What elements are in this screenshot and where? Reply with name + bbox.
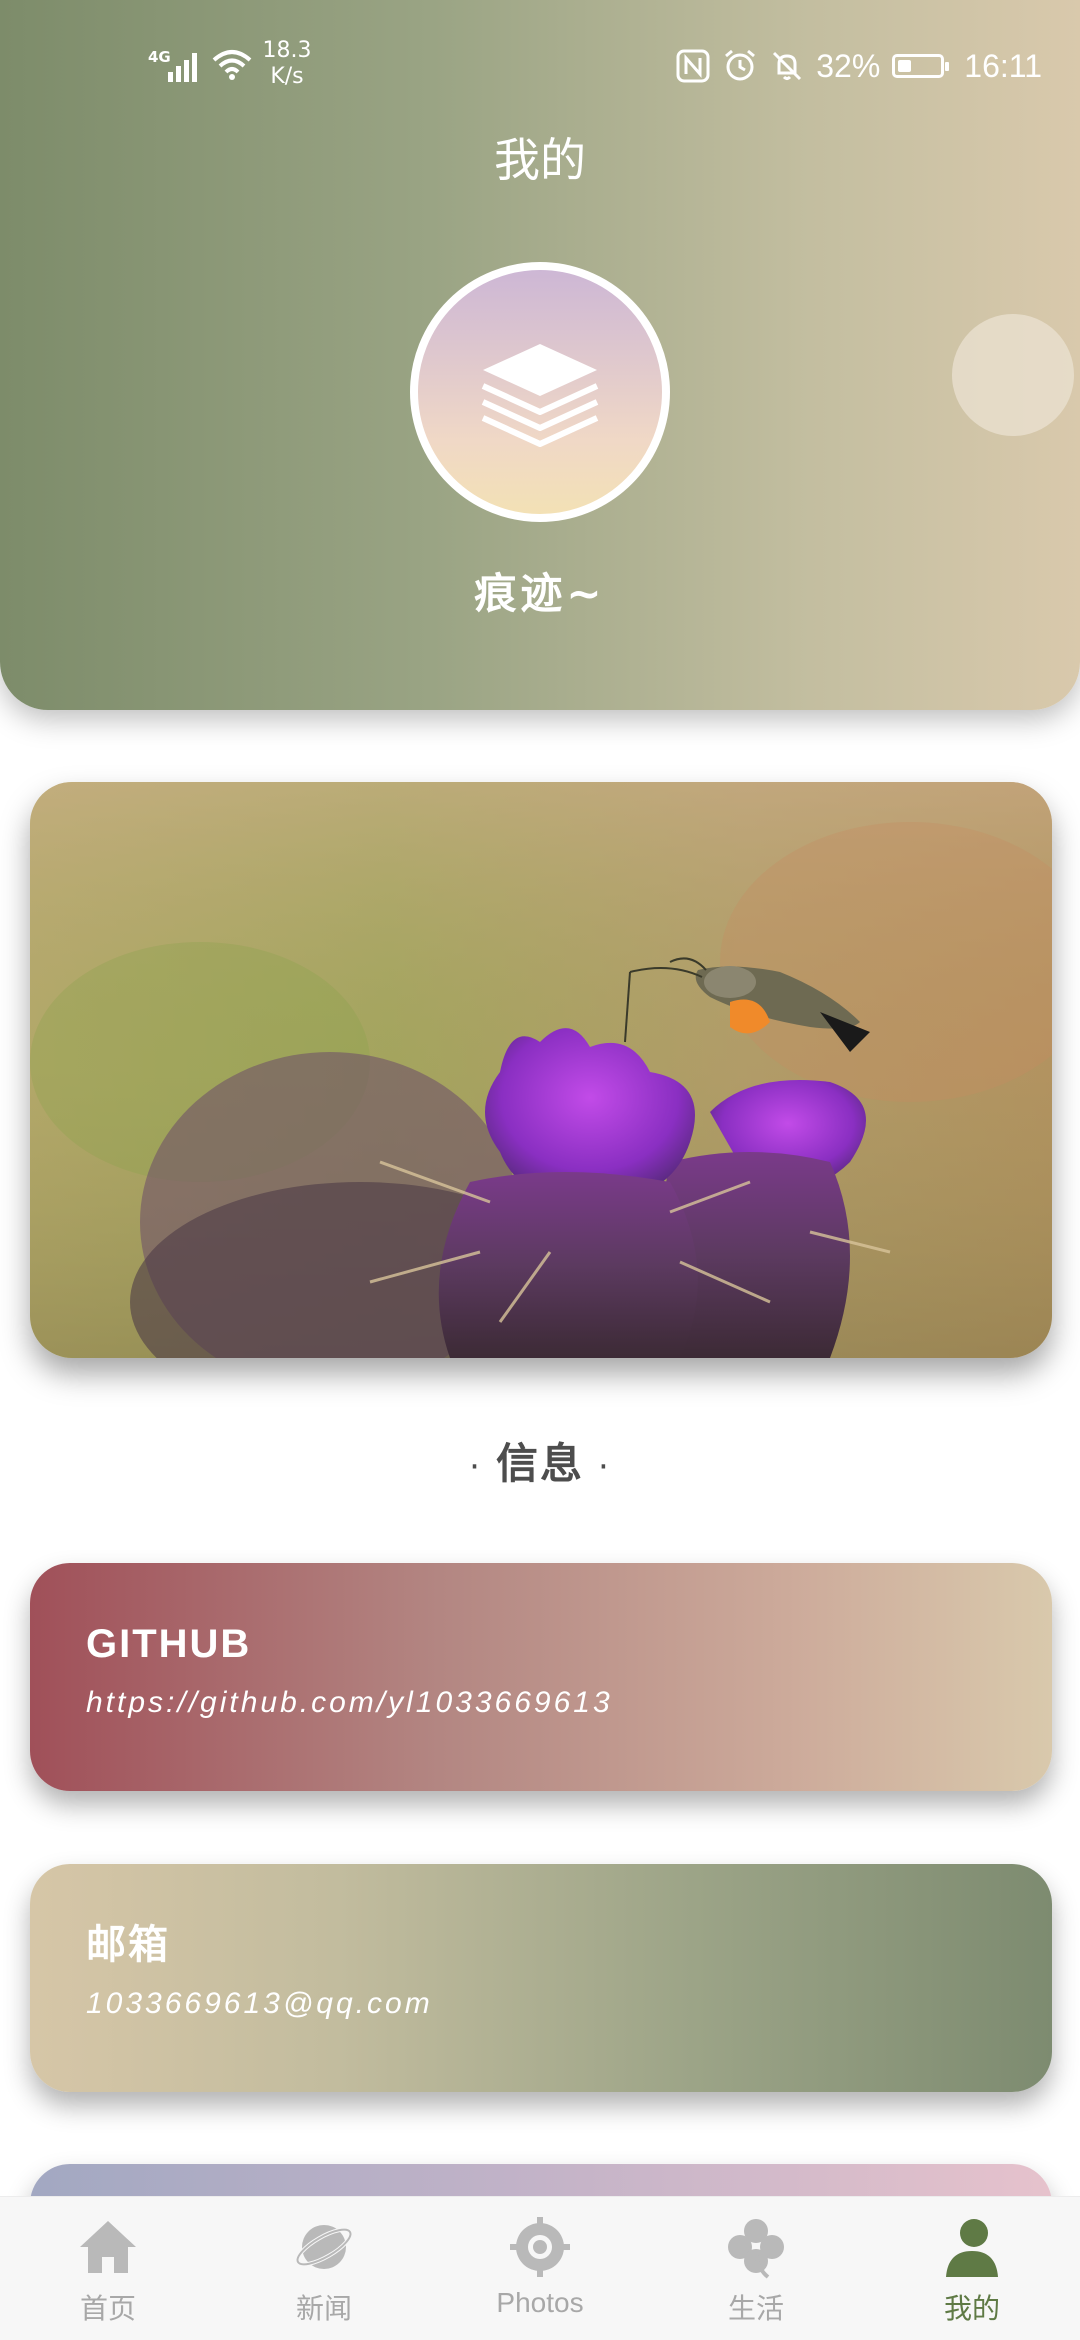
battery-icon (892, 54, 950, 78)
page-title: 我的 (494, 133, 586, 187)
clock: 16:11 (964, 47, 1042, 84)
network-speed: 18.3 K/s (262, 38, 312, 90)
status-right: 32% 16:11 (676, 44, 1042, 88)
nav-item-news[interactable]: 新闻 (216, 2197, 432, 2340)
aperture-icon (510, 2217, 570, 2277)
planet-icon (295, 2225, 353, 2269)
wifi-icon (212, 50, 252, 80)
nav-label-life: 生活 (727, 2292, 784, 2325)
nav-label-home: 首页 (79, 2292, 136, 2325)
floating-assist-button[interactable] (952, 314, 1074, 436)
battery-percent: 32% (816, 47, 881, 84)
info-section-title: · 信息 · (0, 1430, 1080, 1491)
github-url[interactable]: https://github.com/yl1033669613 (86, 1683, 1052, 1723)
status-bar: 4G 18.3 K/s 32% 16:11 (0, 0, 1080, 130)
github-card[interactable]: GITHUB https://github.com/yl1033669613 (30, 1563, 1052, 1791)
clover-icon (728, 2219, 784, 2279)
home-icon (80, 2221, 136, 2273)
cover-photo[interactable] (30, 782, 1052, 1358)
email-label: 邮箱 (86, 1923, 170, 1967)
nav-label-news: 新闻 (295, 2292, 352, 2325)
info-section-label: 信息 (495, 1439, 584, 1488)
user-name: 痕迹~ (474, 569, 606, 618)
email-card[interactable]: 邮箱 1033669613@qq.com (30, 1864, 1052, 2092)
github-label: GITHUB (86, 1622, 252, 1666)
nav-label-mine: 我的 (943, 2292, 1000, 2325)
profile-header: 4G 18.3 K/s 32% 16:11 我的 痕迹~ (0, 0, 1080, 710)
alarm-icon (725, 49, 756, 81)
title-dot-right: · (598, 1447, 611, 1487)
thistle-moth-photo (30, 782, 1052, 1358)
avatar[interactable] (410, 262, 670, 522)
nav-label-photos: Photos (496, 2287, 584, 2318)
nav-item-life[interactable]: 生活 (648, 2197, 864, 2340)
title-dot-left: · (469, 1447, 482, 1487)
speed-value: 18.3 (262, 38, 312, 63)
nav-item-home[interactable]: 首页 (0, 2197, 216, 2340)
bottom-nav: 首页 新闻 Photos 生活 我的 (0, 2196, 1080, 2340)
person-icon (946, 2219, 998, 2277)
email-address[interactable]: 1033669613@qq.com (86, 1984, 1052, 2024)
nfc-icon (676, 49, 710, 83)
layers-icon (481, 344, 599, 447)
speed-unit: K/s (270, 64, 304, 89)
nav-item-mine[interactable]: 我的 (864, 2197, 1080, 2340)
signal-icon (168, 53, 197, 82)
profile-page: 4G 18.3 K/s 32% 16:11 我的 痕迹~ · 信息 · GITH… (0, 0, 1080, 2340)
nav-item-photos[interactable]: Photos (432, 2197, 648, 2340)
mute-bell-icon (773, 51, 802, 81)
